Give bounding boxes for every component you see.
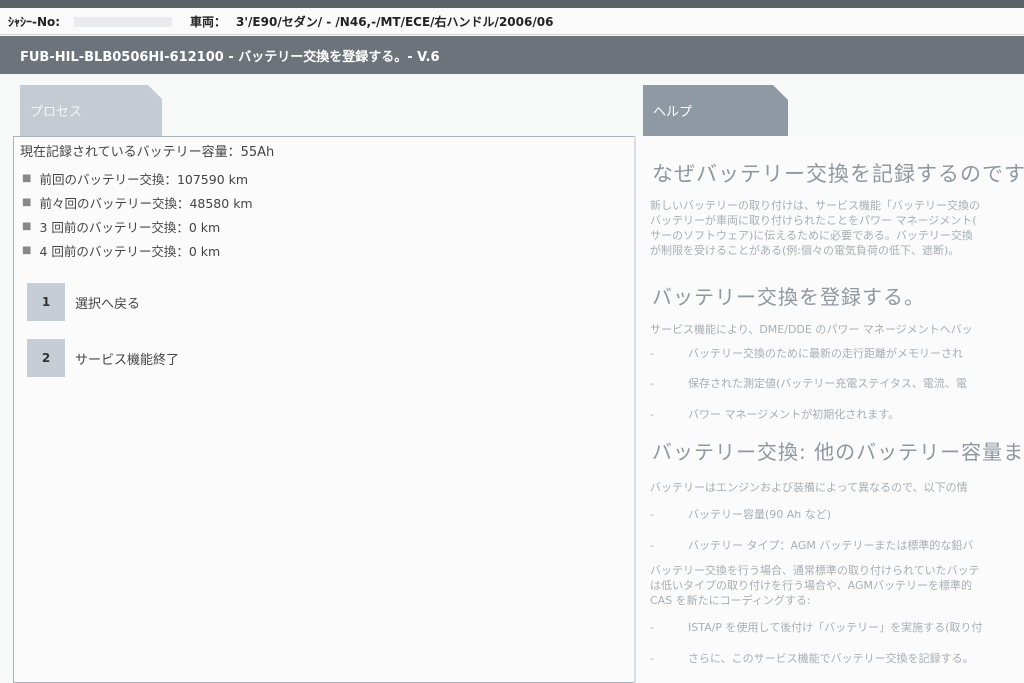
help-list-item: - バッテリー容量(90 Ah など) bbox=[650, 508, 832, 521]
help-paragraph: は低いタイプの取り付けを行う場合や、AGMバッテリーを標準的 bbox=[650, 579, 973, 592]
service-function-title: FUB-HIL-BLB0506HI-612100 - バッテリー交換を登録する。… bbox=[0, 36, 1024, 74]
history-text: 前々回のバッテリー交換：48580 km bbox=[39, 195, 253, 211]
help-list-item: - バッテリー タイプ：AGM バッテリーまたは標準的な鉛バ bbox=[650, 539, 974, 552]
history-text: 3 回前のバッテリー交換：0 km bbox=[39, 219, 221, 235]
help-list-text: パワー マネージメントが初期化されます。 bbox=[688, 408, 900, 421]
help-list-item: - バッテリー交換のために最新の走行距離がメモリーされ bbox=[650, 347, 963, 360]
bullet-icon: ■ bbox=[22, 244, 32, 256]
help-paragraph: CAS を新たにコーディングする: bbox=[650, 594, 811, 607]
tab-help[interactable]: ヘルプ bbox=[643, 85, 788, 137]
bullet-icon: ■ bbox=[22, 220, 32, 232]
help-list-text: バッテリー容量(90 Ah など) bbox=[688, 508, 832, 521]
help-paragraph: バッテリーはエンジンおよび装備によって異なるので、以下の情 bbox=[650, 481, 968, 494]
help-list-item: - ISTA/P を使用して後付け「バッテリー」を実施する(取り付 bbox=[650, 621, 983, 634]
help-paragraph: が制限を受けることがある(例:個々の電気負荷の低下、遮断)。 bbox=[650, 244, 960, 257]
action-number: 2 bbox=[27, 339, 65, 377]
list-item: ■ 3 回前のバッテリー交換：0 km bbox=[22, 214, 253, 238]
help-heading-other-capacity: バッテリー交換: 他のバッテリー容量ま bbox=[652, 440, 1024, 464]
chassis-value-masked bbox=[74, 17, 173, 27]
battery-change-history: ■ 前回のバッテリー交換：107590 km ■ 前々回のバッテリー交換：48580… bbox=[22, 166, 253, 262]
tab-process[interactable]: プロセス bbox=[20, 85, 162, 137]
help-paragraph: バッテリー交換を行う場合、通常標準の取り付けられていたバッテ bbox=[650, 564, 980, 577]
end-service-function-button[interactable]: 2 サービス機能終了 bbox=[27, 339, 179, 377]
help-heading-register: バッテリー交換を登録する。 bbox=[652, 285, 925, 309]
help-list-item: - 保存された測定値(バッテリー充電ステイタス、電流、電 bbox=[650, 377, 967, 390]
help-paragraph: サーのソフトウェア)に伝えるために必要である。バッテリー交換 bbox=[650, 229, 973, 242]
help-list-text: バッテリー タイプ：AGM バッテリーまたは標準的な鉛バ bbox=[688, 539, 974, 552]
history-text: 前回のバッテリー交換：107590 km bbox=[39, 171, 249, 187]
vehicle-label: 車両： bbox=[190, 14, 227, 29]
action-label: 選択へ戻る bbox=[75, 296, 141, 312]
list-item: ■ 前々回のバッテリー交換：48580 km bbox=[22, 190, 253, 214]
help-panel[interactable]: なぜバッテリー交換を記録するのです 新しいバッテリーの取り付けは、サービス機能「… bbox=[636, 136, 1024, 683]
vehicle-description: 車両： 3'/E90/セダン/ - /N46,-/MT/ECE/右ハンドル/200… bbox=[190, 13, 553, 30]
help-paragraph: 新しいバッテリーの取り付けは、サービス機能「バッテリー交換の bbox=[650, 199, 980, 212]
action-number: 1 bbox=[27, 283, 65, 321]
window-top-strip bbox=[0, 0, 1024, 8]
help-list-item: - パワー マネージメントが初期化されます。 bbox=[650, 408, 900, 421]
help-list-text: 保存された測定値(バッテリー充電ステイタス、電流、電 bbox=[688, 377, 967, 390]
back-to-selection-button[interactable]: 1 選択へ戻る bbox=[27, 283, 140, 321]
help-paragraph: バッテリーが車両に取り付けられたことをパワー マネージメント( bbox=[650, 214, 977, 227]
help-list-text: ISTA/P を使用して後付け「バッテリー」を実施する(取り付 bbox=[688, 621, 983, 634]
chassis-label: ｼｬｼｰ-No: bbox=[8, 14, 61, 29]
chassis-number: ｼｬｼｰ-No: bbox=[8, 13, 173, 30]
battery-capacity-text: 現在記録されているバッテリー容量：55Ah bbox=[20, 145, 275, 160]
list-item: ■ 4 回前のバッテリー交換：0 km bbox=[22, 238, 253, 262]
history-text: 4 回前のバッテリー交換：0 km bbox=[39, 243, 221, 259]
vehicle-value: 3'/E90/セダン/ - /N46,-/MT/ECE/右ハンドル/2006/0… bbox=[236, 14, 554, 29]
bullet-icon: ■ bbox=[22, 196, 32, 208]
bullet-icon: ■ bbox=[22, 172, 32, 184]
process-panel: 現在記録されているバッテリー容量：55Ah ■ 前回のバッテリー交換：107590… bbox=[13, 136, 635, 683]
action-label: サービス機能終了 bbox=[75, 352, 180, 368]
list-item: ■ 前回のバッテリー交換：107590 km bbox=[22, 166, 253, 190]
help-list-item: - さらに、このサービス機能でバッテリー交換を記録する。 bbox=[650, 652, 974, 665]
help-heading-why: なぜバッテリー交換を記録するのです bbox=[652, 162, 1024, 186]
help-paragraph: サービス機能により、DME/DDE のパワー マネージメントへバッ bbox=[650, 323, 973, 336]
help-list-text: バッテリー交換のために最新の走行距離がメモリーされ bbox=[688, 347, 963, 360]
vehicle-info-bar: ｼｬｼｰ-No: 車両： 3'/E90/セダン/ - /N46,-/MT/ECE/… bbox=[0, 8, 1024, 35]
help-list-text: さらに、このサービス機能でバッテリー交換を記録する。 bbox=[688, 652, 974, 665]
